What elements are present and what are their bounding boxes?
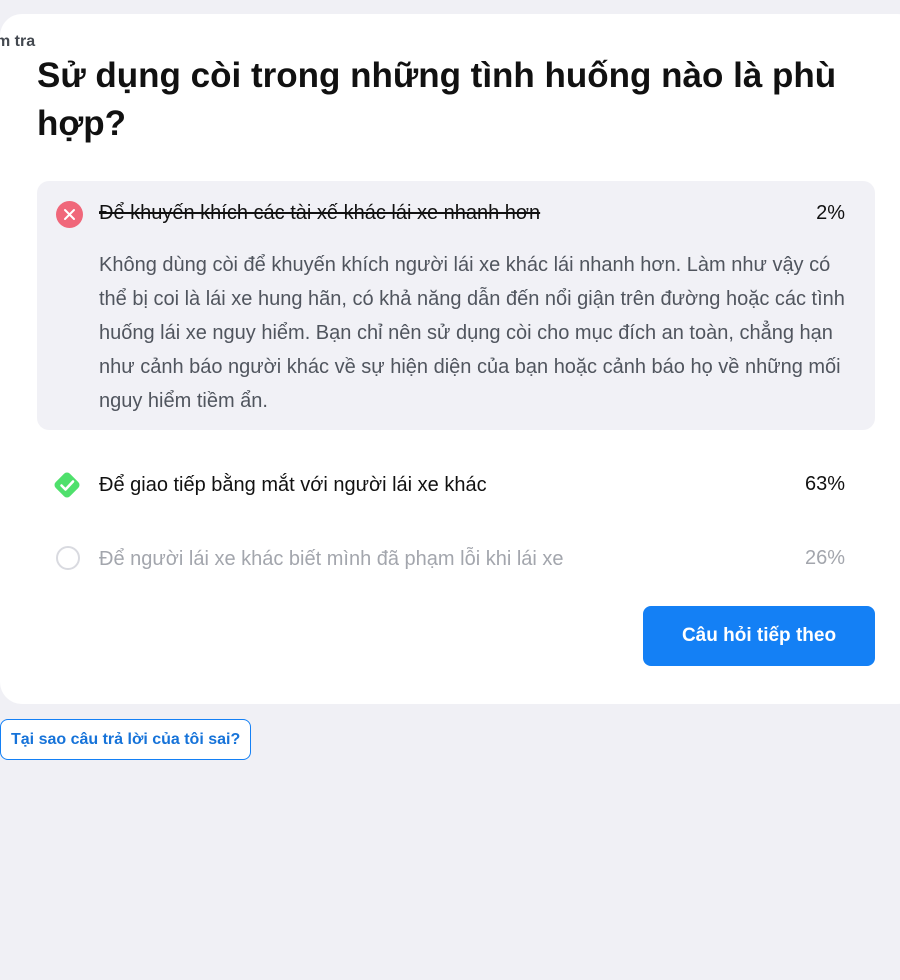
breadcrumb: m tra (0, 33, 36, 50)
answer-label: Để người lái xe khác biết mình đã phạm l… (99, 548, 564, 570)
answer-option-unselected[interactable]: Để người lái xe khác biết mình đã phạm l… (37, 528, 875, 588)
check-diamond-icon (50, 468, 84, 502)
answer-option-wrong[interactable]: Để khuyến khích các tài xế khác lái xe n… (37, 181, 875, 430)
why-wrong-button[interactable]: Tại sao câu trả lời của tôi sai? (0, 719, 252, 760)
close-icon (56, 201, 83, 228)
answer-percent: 2% (816, 202, 845, 224)
answer-percent: 26% (804, 547, 845, 569)
answer-label: Để khuyến khích các tài xế khác lái xe n… (99, 202, 541, 224)
answer-label: Để giao tiếp bằng mắt với người lái xe k… (99, 474, 487, 496)
answer-option-correct[interactable]: Để giao tiếp bằng mắt với người lái xe k… (37, 454, 875, 514)
question-card: m tra Sử dụng còi trong những tình huống… (0, 14, 900, 704)
empty-radio-icon (56, 546, 80, 570)
next-question-button[interactable]: Câu hỏi tiếp theo (643, 606, 875, 666)
answer-percent: 63% (804, 473, 845, 495)
question-title: Sử dụng còi trong những tình huống nào l… (37, 56, 837, 143)
page: m tra Sử dụng còi trong những tình huống… (0, 0, 900, 980)
answer-explanation: Không dùng còi để khuyến khích người lái… (99, 254, 845, 412)
